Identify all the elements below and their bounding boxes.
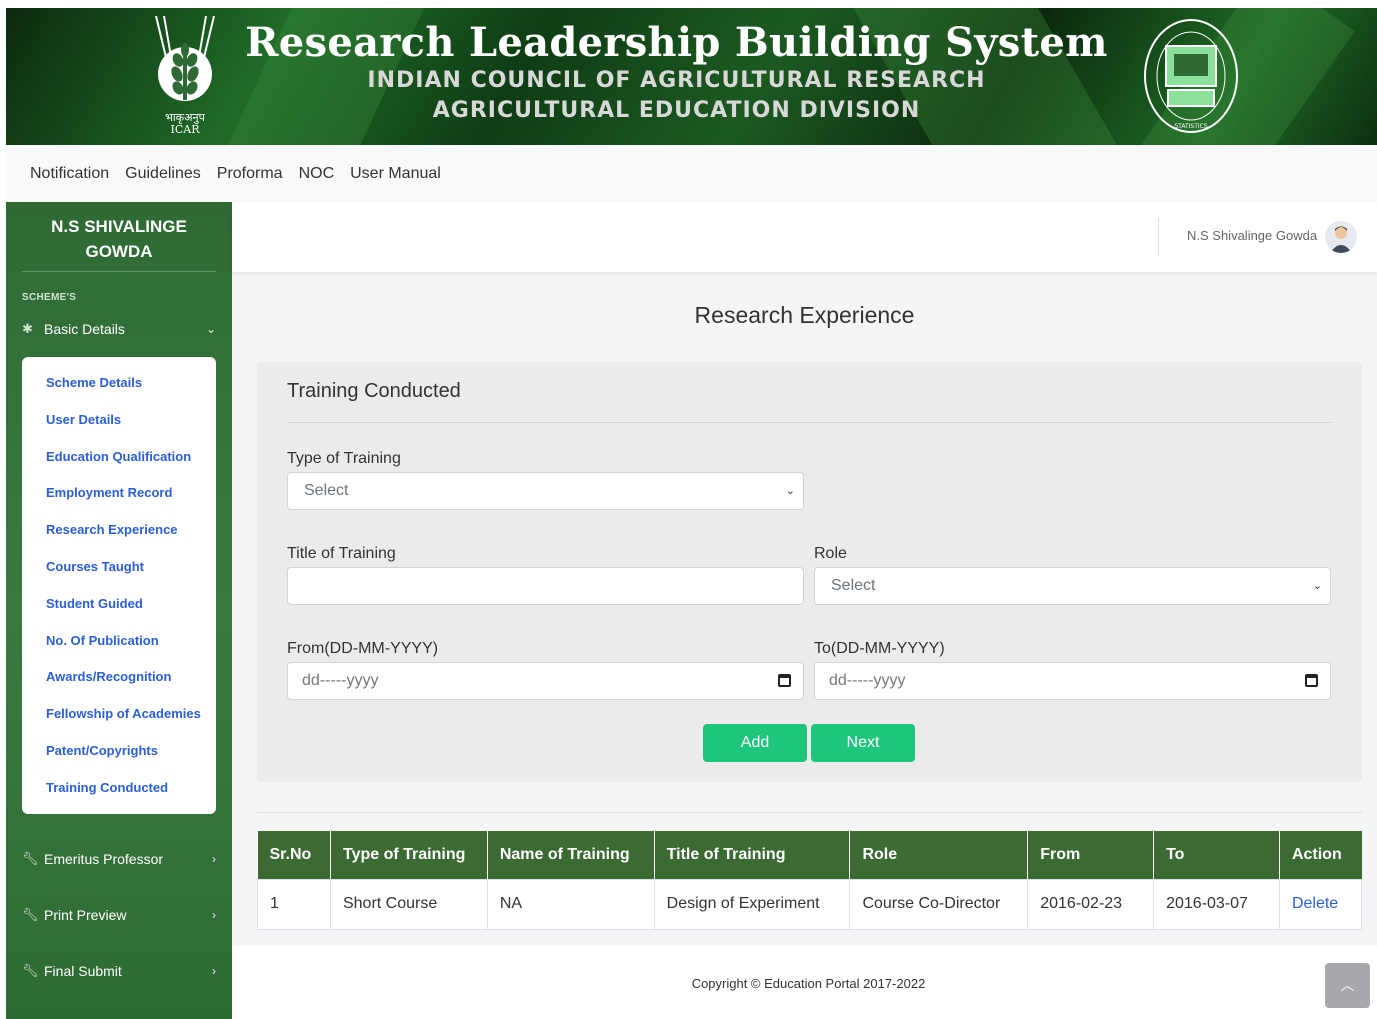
basic-details-submenu: Scheme Details User Details Education Qu… — [22, 357, 216, 814]
title-of-training-label: Title of Training — [287, 545, 396, 562]
page-title: Research Experience — [694, 302, 915, 328]
training-table: Sr.No Type of Training Name of Training … — [257, 831, 1363, 930]
scroll-to-top-button[interactable]: ︿ — [1325, 963, 1370, 1008]
role-label: Role — [814, 545, 847, 562]
nav-guidelines[interactable]: Guidelines — [125, 165, 201, 183]
gear-icon: ✱ — [22, 321, 33, 336]
to-date-label: To(DD-MM-YYYY) — [814, 640, 945, 657]
cell-type-of-training: Short Course — [329, 878, 488, 930]
calendar-icon[interactable] — [1305, 674, 1318, 687]
submenu-training-conducted[interactable]: Training Conducted — [22, 770, 216, 807]
cell-name-of-training: NA — [486, 878, 655, 930]
col-from: From — [1027, 831, 1155, 879]
chevron-up-icon: ︿ — [1340, 977, 1355, 993]
sidebar-item-basic-details[interactable]: ✱ Basic Details ⌄ — [6, 309, 232, 349]
submenu-employment-record[interactable]: Employment Record — [22, 475, 216, 512]
top-bar: N.S Shivalinge Gowda — [232, 202, 1377, 272]
footer: Copyright © Education Portal 2017-2022 — [232, 946, 1377, 1019]
submenu-fellowship-of-academies[interactable]: Fellowship of Academies — [22, 696, 216, 733]
chevron-down-icon: ⌄ — [785, 485, 795, 497]
role-select[interactable]: Select ⌄ — [814, 567, 1331, 605]
submenu-scheme-details[interactable]: Scheme Details — [22, 365, 216, 402]
sidebar-user-name: N.S SHIVALINGE GOWDA — [22, 202, 216, 272]
col-type-of-training: Type of Training — [330, 831, 488, 879]
sidebar-item-final-submit[interactable]: 🔧︎ Final Submit › — [6, 950, 232, 992]
col-sr-no: Sr.No — [257, 831, 331, 879]
from-date-label: From(DD-MM-YYYY) — [287, 640, 439, 657]
cell-sr-no: 1 — [257, 878, 331, 930]
nav-proforma[interactable]: Proforma — [217, 165, 283, 183]
form-title: Training Conducted — [287, 380, 461, 402]
wrench-icon: 🔧︎ — [22, 963, 39, 978]
svg-text:STATISTICS: STATISTICS — [1174, 123, 1208, 130]
nav-noc[interactable]: NOC — [299, 165, 335, 183]
sidebar-section-label: SCHEME'S — [22, 292, 77, 303]
top-nav: Notification Guidelines Proforma NOC Use… — [6, 145, 1377, 202]
nav-user-manual[interactable]: User Manual — [350, 165, 441, 183]
wrench-icon: 🔧︎ — [22, 907, 39, 922]
training-form-card: Training Conducted Type of Training Sele… — [257, 362, 1362, 782]
calendar-icon[interactable] — [778, 674, 791, 687]
to-date-input[interactable]: dd-----yyyy — [814, 662, 1331, 700]
col-role: Role — [849, 831, 1029, 879]
site-header: भाकृअनुप ICAR Research Leadership Buildi… — [6, 8, 1377, 145]
sidebar-item-emeritus-professor[interactable]: 🔧︎ Emeritus Professor › — [6, 838, 232, 880]
topbar-divider — [1158, 218, 1159, 256]
table-header-row: Sr.No Type of Training Name of Training … — [257, 831, 1362, 879]
avatar[interactable] — [1325, 221, 1357, 253]
next-button[interactable]: Next — [811, 724, 915, 762]
form-divider — [287, 422, 1332, 423]
col-name-of-training: Name of Training — [487, 831, 655, 879]
nav-notification[interactable]: Notification — [30, 165, 109, 183]
main-content: N.S Shivalinge Gowda Research Experience… — [232, 202, 1377, 1019]
chevron-down-icon: ⌄ — [205, 322, 216, 336]
cell-to: 2016-03-07 — [1153, 878, 1280, 930]
sidebar-item-print-preview[interactable]: 🔧︎ Print Preview › — [6, 894, 232, 936]
wrench-icon: 🔧︎ — [22, 851, 39, 866]
submenu-courses-taught[interactable]: Courses Taught — [22, 549, 216, 586]
from-date-input[interactable]: dd-----yyyy — [287, 662, 804, 700]
type-of-training-label: Type of Training — [287, 450, 401, 467]
submenu-patent-copyrights[interactable]: Patent/Copyrights — [22, 733, 216, 770]
sidebar: N.S SHIVALINGE GOWDA SCHEME'S ✱ Basic De… — [6, 202, 232, 1019]
type-of-training-select[interactable]: Select ⌄ — [287, 472, 804, 510]
submenu-research-experience[interactable]: Research Experience — [22, 512, 216, 549]
topbar-user-name[interactable]: N.S Shivalinge Gowda — [1187, 228, 1317, 243]
col-action: Action — [1279, 831, 1362, 879]
submenu-awards-recognition[interactable]: Awards/Recognition — [22, 659, 216, 696]
delete-link[interactable]: Delete — [1278, 878, 1363, 930]
cell-title-of-training: Design of Experiment — [653, 878, 851, 930]
table-row: 1 Short Course NA Design of Experiment C… — [257, 878, 1363, 930]
submenu-user-details[interactable]: User Details — [22, 402, 216, 439]
chevron-right-icon: › — [212, 852, 216, 866]
section-divider — [257, 812, 1362, 813]
title-of-training-input[interactable] — [287, 567, 804, 605]
chevron-right-icon: › — [212, 964, 216, 978]
submenu-student-guided[interactable]: Student Guided — [22, 586, 216, 623]
chevron-right-icon: › — [212, 908, 216, 922]
copyright-text: Copyright © Education Portal 2017-2022 — [691, 976, 926, 991]
iasri-logo: STATISTICS — [1142, 16, 1240, 136]
submenu-no-of-publication[interactable]: No. Of Publication — [22, 623, 216, 660]
chevron-down-icon: ⌄ — [1312, 580, 1322, 592]
add-button[interactable]: Add — [703, 724, 807, 762]
cell-role: Course Co-Director — [849, 878, 1029, 930]
col-title-of-training: Title of Training — [654, 831, 851, 879]
col-to: To — [1153, 831, 1280, 879]
cell-from: 2016-02-23 — [1027, 878, 1155, 930]
submenu-education-qualification[interactable]: Education Qualification — [22, 439, 216, 476]
